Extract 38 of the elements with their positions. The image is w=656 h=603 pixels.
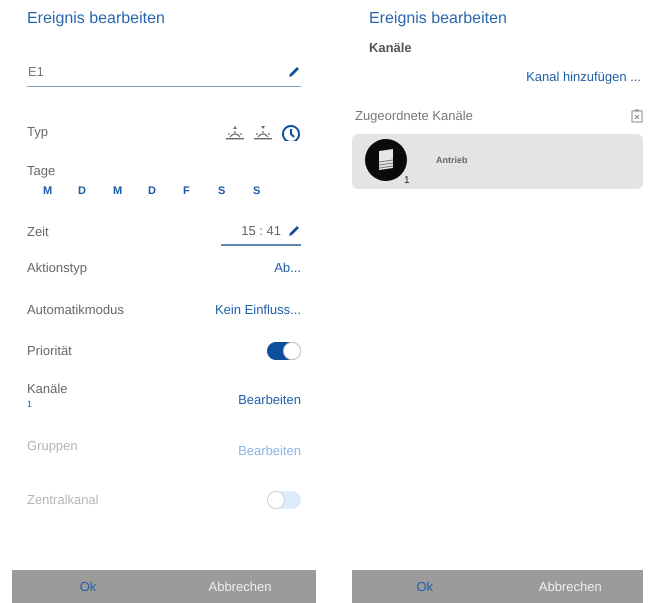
blind-icon [364, 138, 408, 182]
day-toggle[interactable]: S [218, 182, 253, 199]
sunrise-icon[interactable] [225, 124, 245, 140]
sunset-icon[interactable] [253, 124, 273, 140]
panel-title: Ereignis bearbeiten [369, 9, 507, 29]
day-toggle[interactable]: D [78, 182, 113, 199]
day-toggle[interactable]: D [148, 182, 183, 199]
panel-title: Ereignis bearbeiten [27, 9, 165, 29]
value-link[interactable]: Ab... [274, 258, 301, 278]
value-link[interactable]: Bearbeiten [238, 390, 301, 410]
channel-name: Antrieb [436, 154, 468, 168]
pencil-icon[interactable] [287, 64, 301, 78]
row-label: Zeit [27, 223, 49, 242]
name-field[interactable]: E1 [27, 57, 301, 87]
day-toggle[interactable]: S [253, 182, 288, 199]
value-link[interactable]: Kein Einfluss... [215, 300, 301, 320]
section-title: Kanäle [369, 39, 412, 57]
section-label: Zugeordnete Kanäle [355, 107, 473, 125]
row-label: Kanäle [27, 380, 68, 398]
pencil-icon[interactable] [287, 224, 301, 238]
row-label: Tage [27, 162, 56, 180]
toggle-switch[interactable] [267, 342, 301, 360]
row-label: Priorität [27, 342, 72, 360]
row-label: Zentralkanal [27, 491, 99, 510]
time-field[interactable]: 15 : 41 [221, 218, 301, 246]
day-toggle[interactable]: M [43, 182, 78, 199]
channel-number: 1 [404, 174, 410, 188]
day-toggle[interactable]: F [183, 182, 218, 199]
add-channel-link[interactable]: Kanal hinzufügen ... [526, 66, 641, 86]
clock-icon[interactable] [281, 124, 301, 140]
row-label: Typ [27, 123, 48, 142]
count-label: 1 [27, 398, 34, 411]
row-label: Automatikmodus [27, 301, 124, 320]
clipboard-delete-icon[interactable] [631, 108, 643, 123]
channel-card[interactable]: 1 Antrieb [352, 134, 643, 188]
row-label: Aktionstyp [27, 259, 87, 278]
row-label: Gruppen [27, 437, 78, 456]
day-toggle[interactable]: M [113, 182, 148, 199]
